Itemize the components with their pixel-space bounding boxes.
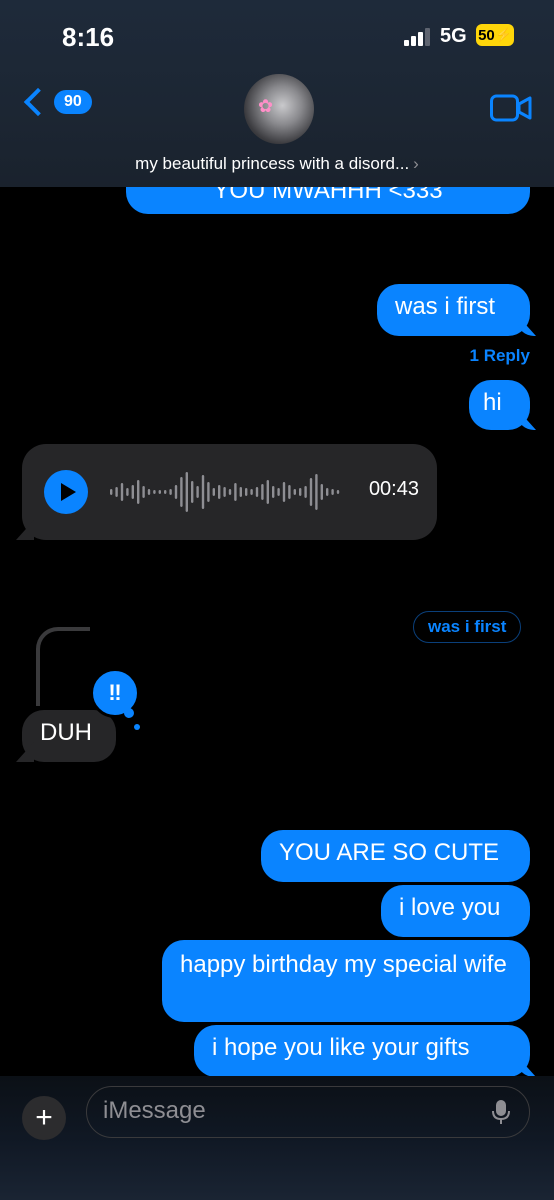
message-text: i love you [399,894,501,921]
tapback-dot [124,708,134,718]
waveform-graphic [110,472,340,512]
back-chevron-icon [23,87,53,117]
message-text: hi [483,389,502,416]
audio-duration: 00:43 [368,478,419,500]
message-text: was i first [395,293,496,320]
message-text: YOU ARE SO CUTE [279,839,500,866]
message-text: happy birthday my special wife [180,951,507,978]
message-text: DUH [40,719,92,746]
conversation-header: 8:16 5G 50 ⚡ 90 ✿ my beautiful princess w… [0,0,554,187]
contact-avatar[interactable]: ✿ [244,74,314,144]
message-bubble-outgoing[interactable]: i love you [381,885,530,937]
reply-thread-line [36,627,90,706]
message-bubble-outgoing[interactable]: i hope you like your gifts [194,1025,530,1077]
microphone-icon[interactable] [491,1099,511,1125]
input-placeholder: iMessage [103,1097,206,1124]
message-input[interactable]: iMessage [86,1086,530,1138]
signal-strength-icon [404,28,432,46]
message-text: i hope you like your gifts [212,1034,470,1061]
status-bar: 8:16 5G 50 ⚡ [0,0,554,70]
audio-message[interactable]: 00:43 [22,444,437,540]
plus-icon[interactable]: + [22,1096,66,1140]
charging-bolt-icon: ⚡ [495,27,512,42]
clock: 8:16 [62,22,115,52]
message-bubble-outgoing[interactable]: hi [469,380,530,430]
message-bubble-outgoing[interactable]: happy birthday my special wife [162,940,530,1022]
battery-icon: 50 ⚡ [476,24,514,46]
flower-icon: ✿ [258,96,274,116]
tapback-dot [134,724,140,730]
message-bubble-outgoing[interactable]: YOU ARE SO CUTE [261,830,530,882]
replies-link[interactable]: 1 Reply [470,346,530,366]
battery-level: 50 [478,26,495,44]
contact-name[interactable]: my beautiful princess with a disord... › [0,154,554,174]
back-button[interactable]: 90 [20,87,92,117]
chevron-right-icon: › [413,154,419,173]
unread-count-badge: 90 [54,90,92,114]
video-call-icon[interactable] [490,94,532,122]
quoted-reply-pill[interactable]: was i first [413,611,522,643]
composer-bar: + iMessage [0,1076,554,1200]
play-icon[interactable] [44,470,88,514]
message-bubble-outgoing[interactable]: was i first [377,284,530,336]
network-type: 5G [440,25,467,47]
message-bubble-incoming[interactable]: DUH [22,710,116,762]
